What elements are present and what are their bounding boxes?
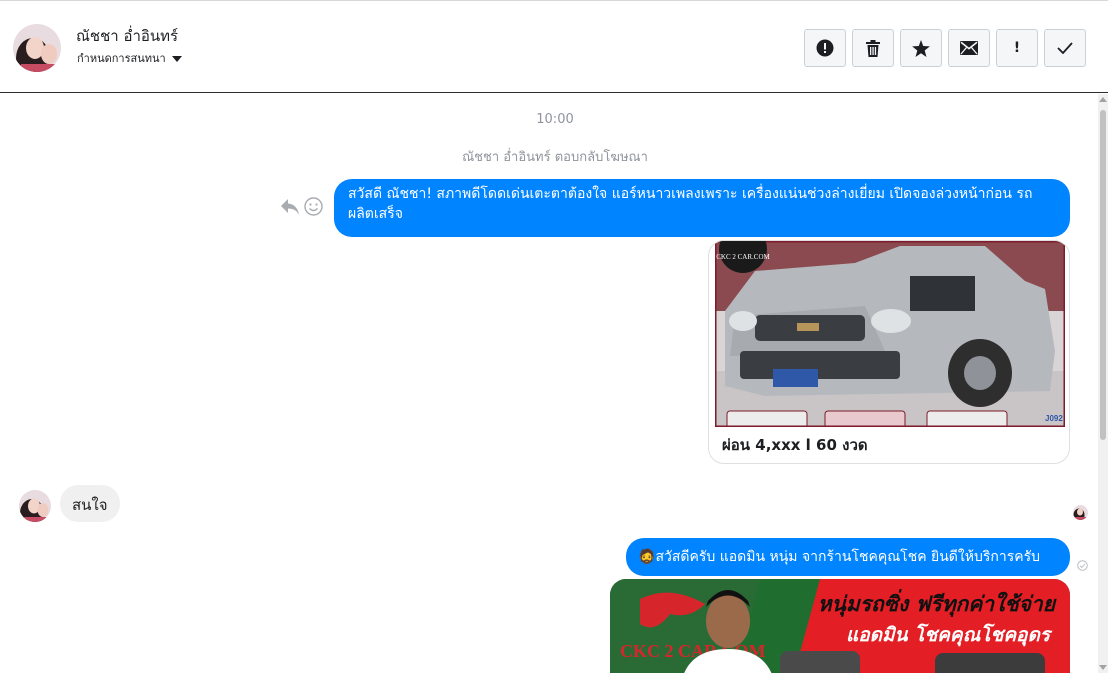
admin-emoji: 🧔	[638, 549, 656, 565]
message-actions	[280, 197, 323, 216]
checkmark-icon	[1057, 42, 1073, 54]
scrollbar-thumb[interactable]	[1100, 110, 1106, 440]
banner-headline: หนุ่มรถซิ่ง ฟรีทุกค่าใช้จ่าย	[818, 589, 1057, 617]
car-photo-code: J092	[1045, 414, 1063, 423]
scroll-down-arrow-icon[interactable]	[1099, 665, 1107, 670]
outgoing-message[interactable]: สวัสดี ณัชชา! สภาพดีโดดเด่นเตะตาต้องใจ แ…	[334, 179, 1070, 237]
conversation-toolbar: !	[804, 29, 1086, 67]
thread-timestamp: 10:00	[536, 112, 574, 127]
header-top-border	[0, 0, 1108, 4]
star-icon	[912, 39, 930, 57]
seen-indicator-avatar	[1073, 505, 1088, 520]
delivered-check-icon	[1077, 560, 1088, 571]
mark-done-button[interactable]	[1044, 29, 1086, 67]
car-photo-logo: CKC 2 CAR.COM	[716, 253, 770, 261]
scroll-up-arrow-icon[interactable]	[1099, 97, 1107, 102]
incoming-message[interactable]: สนใจ	[60, 485, 120, 522]
contact-avatar[interactable]	[13, 24, 61, 72]
conversation-header: ณัชชา อ่ำอินทร์ กำหนดการสนทนา !	[0, 0, 1108, 93]
reply-icon[interactable]	[280, 198, 300, 216]
caret-down-icon	[171, 55, 182, 62]
delete-button[interactable]	[852, 29, 894, 67]
promo-banner-image[interactable]: CKC 2 CAR.COM หนุ่มรถซิ่ง ฟรีทุกค่าใช้จ่…	[610, 579, 1070, 673]
greeting-text: สวัสดีครับ แอดมิน หนุ่ม จากร้านโชคคุณโชค…	[655, 549, 1040, 565]
exclamation-icon: !	[1013, 40, 1021, 56]
spam-button[interactable]	[804, 29, 846, 67]
envelope-icon	[960, 41, 978, 55]
assign-conversation-dropdown[interactable]: กำหนดการสนทนา	[77, 49, 182, 67]
follow-up-button[interactable]: !	[996, 29, 1038, 67]
outgoing-message-greeting[interactable]: 🧔สวัสดีครับ แอดมิน หนุ่ม จากร้านโชคคุณโช…	[626, 538, 1070, 576]
star-button[interactable]	[900, 29, 942, 67]
banner-subline: แอดมิน โชคคุณโชคอุดร	[846, 623, 1053, 647]
trash-icon	[866, 39, 880, 57]
emoji-reaction-icon[interactable]	[304, 197, 323, 216]
thread-scrollbar[interactable]	[1098, 94, 1108, 673]
mark-unread-button[interactable]	[948, 29, 990, 67]
product-card[interactable]: CKC 2 CAR.COM J092 ผ่อน 4,xxx l 60 งวด	[708, 240, 1070, 464]
contact-name[interactable]: ณัชชา อ่ำอินทร์	[76, 24, 178, 48]
message-thread[interactable]: 10:00 ณัชชา อ่ำอินทร์ ตอบกลับโฆษณา สวัสด…	[0, 94, 1098, 673]
car-photo[interactable]: CKC 2 CAR.COM J092	[715, 241, 1065, 427]
assign-conversation-label: กำหนดการสนทนา	[77, 52, 166, 65]
product-card-caption: ผ่อน 4,xxx l 60 งวด	[722, 436, 868, 454]
alert-circle-icon	[816, 39, 834, 57]
contact-avatar-small[interactable]	[19, 490, 51, 522]
ad-reply-event: ณัชชา อ่ำอินทร์ ตอบกลับโฆษณา	[462, 150, 648, 165]
